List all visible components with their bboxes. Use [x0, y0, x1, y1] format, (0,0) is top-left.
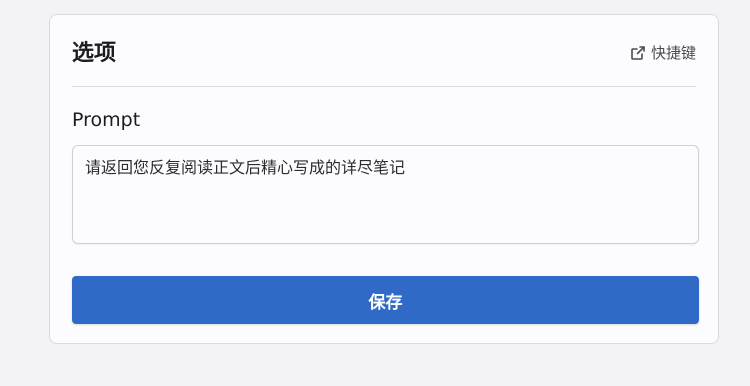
external-link-icon — [630, 45, 646, 61]
card-header: 选项 快捷键 — [72, 15, 696, 87]
options-card: 选项 快捷键 Prompt 请返回您反复阅读正文后精心写成的详尽笔记 保存 — [49, 14, 719, 344]
shortcuts-link[interactable]: 快捷键 — [630, 43, 696, 63]
shortcuts-link-label: 快捷键 — [650, 44, 696, 62]
prompt-textarea[interactable]: 请返回您反复阅读正文后精心写成的详尽笔记 — [72, 145, 699, 244]
save-button[interactable]: 保存 — [72, 276, 699, 324]
page-title: 选项 — [72, 41, 117, 66]
prompt-label: Prompt — [72, 109, 141, 131]
